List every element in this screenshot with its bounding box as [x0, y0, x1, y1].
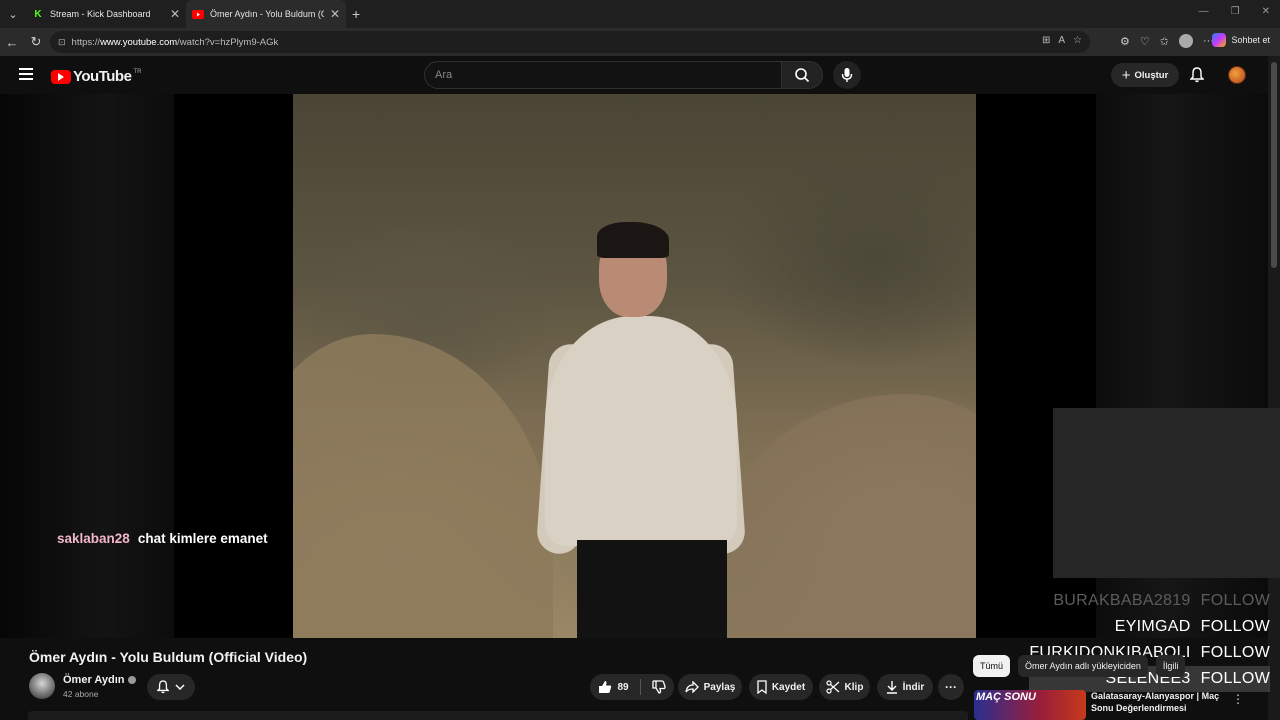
related-filter-chips: Tümü Ömer Aydın adlı yükleyiciden İlgili [973, 655, 1186, 677]
chip-related[interactable]: İlgili [1155, 655, 1186, 677]
app-available-icon[interactable]: ⊞ [1042, 35, 1050, 46]
more-vertical-icon[interactable]: ⋮ [1232, 692, 1244, 706]
chevron-down-icon [175, 684, 185, 690]
recommended-title[interactable]: Galatasaray-Alanyaspor | Maç Sonu Değerl… [1091, 690, 1226, 714]
recommended-video[interactable]: MAÇ SONU Galatasaray-Alanyaspor | Maç So… [974, 690, 1264, 720]
more-actions-button[interactable]: ··· [938, 674, 964, 700]
clip-label: Klip [844, 681, 864, 693]
create-label: Oluştur [1134, 69, 1169, 81]
save-label: Kaydet [771, 681, 806, 693]
youtube-play-icon [51, 69, 71, 84]
browser-tab-youtube[interactable]: Ömer Aydın - Yolu Buldum (Official Video… [186, 0, 346, 28]
chat-username: saklaban28 [57, 531, 130, 546]
subscription-notifications-button[interactable] [147, 674, 195, 700]
subscriber-count: 42 abone [63, 689, 99, 699]
like-count: 89 [617, 681, 629, 693]
channel-name[interactable]: Ömer Aydın [63, 674, 136, 686]
address-bar[interactable]: ⊡ https://www.youtube.com/watch?v=hzPlym… [50, 31, 1090, 53]
voice-search-button[interactable] [833, 61, 861, 89]
clip-button[interactable]: Klip [819, 674, 870, 700]
youtube-logo[interactable]: YouTube TR [51, 68, 141, 85]
tab-actions-chevron-icon[interactable]: ⌄ [0, 0, 26, 28]
window-controls: — ❐ ✕ [1199, 6, 1270, 17]
video-title: Ömer Aydın - Yolu Buldum (Official Video… [29, 649, 308, 665]
video-image [293, 94, 976, 638]
download-button[interactable]: İndir [877, 674, 933, 700]
download-label: İndir [902, 681, 925, 693]
scissors-icon [825, 680, 839, 694]
recommended-thumbnail[interactable]: MAÇ SONU [974, 690, 1086, 720]
restore-icon[interactable]: ❐ [1231, 6, 1240, 17]
scrollbar-thumb[interactable] [1271, 62, 1277, 268]
reload-icon[interactable]: ↻ [24, 34, 48, 50]
copilot-label: Sohbet et [1231, 35, 1270, 45]
dislike-button[interactable] [651, 680, 666, 694]
copilot-button[interactable]: Sohbet et [1212, 33, 1270, 47]
bell-icon [157, 680, 169, 694]
follow-alert: EYIMGAD FOLLOW [1114, 618, 1270, 635]
video-frame[interactable] [174, 94, 1096, 638]
notifications-bell-icon[interactable] [1189, 67, 1205, 88]
account-avatar[interactable] [1228, 66, 1246, 84]
stream-chat-message: saklaban28 chat kimlere emanet [57, 531, 268, 546]
country-code: TR [133, 68, 142, 75]
tab-title: Ömer Aydın - Yolu Buldum (Official Video… [210, 9, 324, 19]
menu-hamburger-icon[interactable] [19, 68, 33, 80]
share-label: Paylaş [703, 681, 736, 693]
youtube-icon [192, 8, 204, 20]
follow-alert: BURAKBABA2819 FOLLOW [1053, 592, 1270, 609]
thumbnail-text: MAÇ SONU [976, 691, 1036, 703]
close-tab-icon[interactable]: ✕ [330, 7, 340, 21]
chip-from-uploader[interactable]: Ömer Aydın adlı yükleyiciden [1018, 655, 1148, 677]
chip-all[interactable]: Tümü [973, 655, 1011, 677]
browser-essentials-icon[interactable]: ♡ [1140, 35, 1150, 48]
browser-tab-strip: ⌄ K Stream - Kick Dashboard ✕ Ömer Aydın… [0, 0, 1280, 28]
close-window-icon[interactable]: ✕ [1262, 6, 1270, 17]
url-text: https://www.youtube.com/watch?v=hzPlym9-… [71, 36, 279, 48]
search-icon [795, 68, 810, 83]
site-info-icon[interactable]: ⊡ [58, 37, 66, 48]
more-horizontal-icon: ··· [945, 680, 957, 694]
ambient-left [0, 94, 174, 638]
thumbs-down-icon [651, 680, 666, 694]
copilot-icon [1212, 33, 1227, 47]
download-icon [886, 681, 897, 694]
back-arrow-icon[interactable]: ← [0, 35, 24, 50]
youtube-logo-text: YouTube [73, 68, 132, 85]
browser-address-row: ← ↻ ⊡ https://www.youtube.com/watch?v=hz… [0, 28, 1280, 56]
verified-icon [127, 676, 136, 685]
new-tab-plus-icon[interactable]: + [352, 6, 360, 22]
description-box-edge [28, 711, 968, 720]
thumbs-up-icon [599, 681, 612, 693]
minimize-icon[interactable]: — [1199, 6, 1209, 17]
like-dislike-group: 89 [590, 674, 674, 700]
kick-icon: K [34, 8, 42, 20]
share-arrow-icon [684, 681, 699, 693]
extensions-icon[interactable]: ⚙ [1120, 35, 1130, 48]
read-aloud-icon[interactable]: A [1058, 35, 1065, 46]
search-button[interactable] [781, 61, 823, 89]
close-tab-icon[interactable]: ✕ [170, 7, 180, 21]
chat-text: chat kimlere emanet [137, 531, 268, 546]
favorites-icon[interactable]: ✩ [1160, 35, 1169, 48]
channel-avatar[interactable] [29, 673, 55, 699]
like-button[interactable]: 89 [598, 680, 629, 694]
search-input[interactable]: Ara [424, 61, 782, 89]
create-button[interactable]: + Oluştur [1111, 63, 1179, 87]
share-button[interactable]: Paylaş [678, 674, 742, 700]
favorite-star-icon[interactable]: ☆ [1073, 35, 1082, 46]
save-button[interactable]: Kaydet [749, 674, 813, 700]
browser-tab-kick[interactable]: K Stream - Kick Dashboard ✕ [26, 0, 186, 28]
microphone-icon [841, 68, 853, 82]
youtube-header: YouTube TR Ara + Oluştur [0, 56, 1268, 94]
profile-avatar[interactable] [1178, 34, 1193, 48]
tab-title: Stream - Kick Dashboard [50, 9, 151, 19]
bookmark-icon [757, 680, 767, 694]
plus-icon: + [1121, 66, 1131, 84]
stream-overlay-panel [1053, 408, 1280, 578]
